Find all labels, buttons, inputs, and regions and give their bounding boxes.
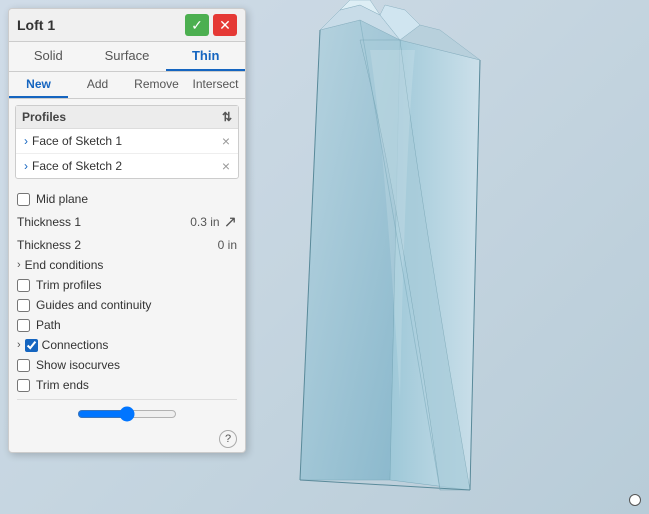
- list-item[interactable]: › Face of Sketch 1 ×: [16, 129, 238, 154]
- sort-icon[interactable]: ⇅: [222, 110, 232, 124]
- loft-slider[interactable]: [77, 406, 177, 422]
- midplane-option[interactable]: Mid plane: [17, 189, 237, 209]
- 3d-shape: [240, 0, 640, 514]
- sub-tabs: New Add Remove Intersect: [9, 72, 245, 99]
- profile-chevron-1: ›: [24, 134, 28, 148]
- subtab-new[interactable]: New: [9, 72, 68, 98]
- end-conditions-chevron: ›: [17, 259, 21, 271]
- profiles-label: Profiles: [22, 110, 66, 124]
- confirm-button[interactable]: ✓: [185, 14, 209, 36]
- show-isocurves-label: Show isocurves: [36, 358, 120, 372]
- profile-close-1[interactable]: ×: [222, 133, 230, 149]
- path-checkbox[interactable]: [17, 319, 30, 332]
- mode-tabs: Solid Surface Thin: [9, 42, 245, 72]
- thickness1-label: Thickness 1: [17, 215, 81, 229]
- guides-checkbox[interactable]: [17, 299, 30, 312]
- connections-chevron: ›: [17, 339, 21, 351]
- thickness1-arrow-icon[interactable]: ↗: [224, 212, 237, 232]
- thickness2-row: Thickness 2 0 in: [17, 235, 237, 255]
- trim-ends-label: Trim ends: [36, 378, 89, 392]
- thickness1-value-group: 0.3 in ↗: [190, 212, 237, 232]
- trim-ends-option[interactable]: Trim ends: [17, 375, 237, 395]
- profile-close-2[interactable]: ×: [222, 158, 230, 174]
- profiles-section: Profiles ⇅ › Face of Sketch 1 × › Face o…: [15, 105, 239, 179]
- subtab-add[interactable]: Add: [68, 72, 127, 98]
- show-isocurves-checkbox[interactable]: [17, 359, 30, 372]
- end-conditions-label: End conditions: [25, 258, 104, 272]
- profile-label-1: Face of Sketch 1: [32, 134, 222, 148]
- thickness1-value: 0.3 in: [190, 215, 219, 229]
- subtab-remove[interactable]: Remove: [127, 72, 186, 98]
- panel: Loft 1 ✓ ✕ Solid Surface Thin New Add Re…: [8, 8, 246, 453]
- profile-label-2: Face of Sketch 2: [32, 159, 222, 173]
- profile-chevron-2: ›: [24, 159, 28, 173]
- help-row: ?: [9, 430, 245, 452]
- profiles-header: Profiles ⇅: [16, 106, 238, 129]
- thickness2-value-group: 0 in: [218, 238, 237, 252]
- show-isocurves-option[interactable]: Show isocurves: [17, 355, 237, 375]
- midplane-checkbox[interactable]: [17, 193, 30, 206]
- midplane-label: Mid plane: [36, 192, 88, 206]
- title-actions: ✓ ✕: [185, 14, 237, 36]
- trim-profiles-label: Trim profiles: [36, 278, 102, 292]
- guides-option[interactable]: Guides and continuity: [17, 295, 237, 315]
- slider-row: [9, 400, 245, 430]
- trim-profiles-option[interactable]: Trim profiles: [17, 275, 237, 295]
- list-item[interactable]: › Face of Sketch 2 ×: [16, 154, 238, 178]
- thickness1-row: Thickness 1 0.3 in ↗: [17, 209, 237, 235]
- bottom-dot-indicator: [629, 494, 641, 506]
- title-bar: Loft 1 ✓ ✕: [9, 9, 245, 42]
- end-conditions-option[interactable]: › End conditions: [17, 255, 237, 275]
- close-button[interactable]: ✕: [213, 14, 237, 36]
- connections-label: Connections: [42, 338, 109, 352]
- tab-solid[interactable]: Solid: [9, 42, 88, 71]
- path-label: Path: [36, 318, 61, 332]
- thickness2-label: Thickness 2: [17, 238, 81, 252]
- trim-profiles-checkbox[interactable]: [17, 279, 30, 292]
- tab-surface[interactable]: Surface: [88, 42, 167, 71]
- connections-checkbox[interactable]: [25, 339, 38, 352]
- panel-title: Loft 1: [17, 17, 55, 33]
- path-option[interactable]: Path: [17, 315, 237, 335]
- thickness2-value: 0 in: [218, 238, 237, 252]
- help-button[interactable]: ?: [219, 430, 237, 448]
- connections-option[interactable]: › Connections: [17, 335, 237, 355]
- tab-thin[interactable]: Thin: [166, 42, 245, 71]
- options-section: Mid plane Thickness 1 0.3 in ↗ Thickness…: [9, 185, 245, 399]
- trim-ends-checkbox[interactable]: [17, 379, 30, 392]
- guides-label: Guides and continuity: [36, 298, 151, 312]
- subtab-intersect[interactable]: Intersect: [186, 72, 245, 98]
